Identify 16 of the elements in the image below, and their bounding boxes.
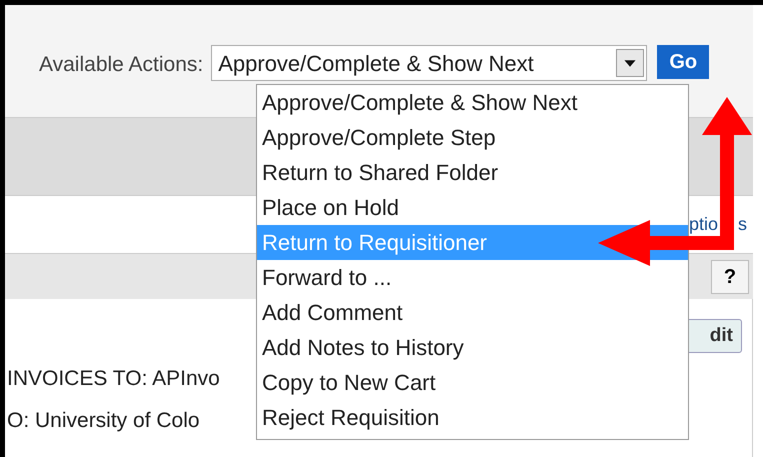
dropdown-option[interactable]: Forward to ... <box>257 260 688 295</box>
go-button[interactable]: Go <box>657 45 710 79</box>
dropdown-option[interactable]: Approve/Complete & Show Next <box>257 85 688 120</box>
help-button[interactable]: ? <box>711 260 749 294</box>
options-link[interactable]: s <box>738 211 747 238</box>
address-line: INVOICES TO: APInvo <box>7 366 220 392</box>
dropdown-option[interactable]: Reject Requisition <box>257 400 688 435</box>
address-line: O: University of Colo <box>7 408 200 434</box>
dropdown-option[interactable]: Approve/Complete Step <box>257 120 688 155</box>
actions-select[interactable]: Approve/Complete & Show Next <box>211 45 648 81</box>
dropdown-option[interactable]: Place on Hold <box>257 190 688 225</box>
caret-icon <box>616 49 644 77</box>
dropdown-option[interactable]: Return to Shared Folder <box>257 155 688 190</box>
actions-label: Available Actions: <box>39 52 204 78</box>
dropdown-option[interactable]: Copy to New Cart <box>257 365 688 400</box>
options-link[interactable]: ptio <box>688 211 718 238</box>
